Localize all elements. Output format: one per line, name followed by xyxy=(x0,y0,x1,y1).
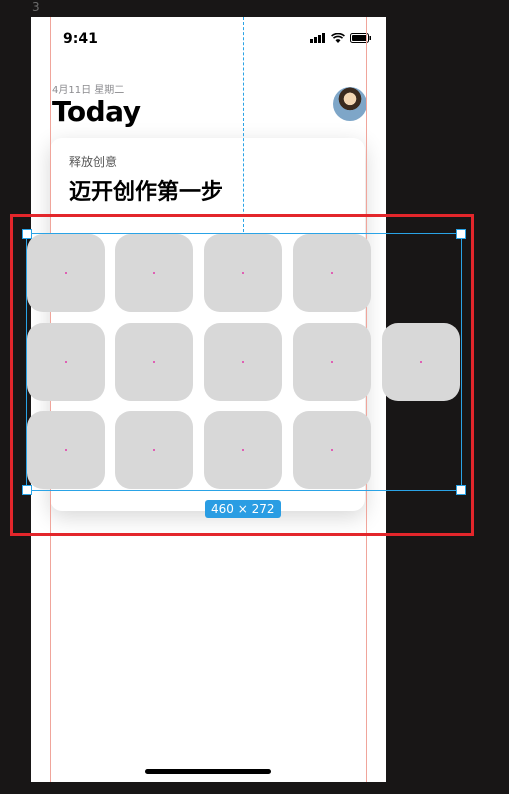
header-date: 4月11日 星期二 xyxy=(52,85,125,96)
center-guide xyxy=(243,17,244,232)
home-indicator xyxy=(145,769,271,774)
cellular-signal-icon xyxy=(310,33,325,43)
artboard-label[interactable]: 3 xyxy=(32,0,40,14)
highlight-annotation xyxy=(10,214,474,536)
status-icons xyxy=(310,33,372,43)
battery-icon xyxy=(350,33,371,43)
wifi-icon xyxy=(331,33,345,43)
design-canvas: 3 9:41 4月11日 星期二 Today 释放创意 迈开创作第一步 460 … xyxy=(0,0,509,794)
card-subtitle: 释放创意 xyxy=(69,155,118,169)
status-time: 9:41 xyxy=(63,31,98,47)
card-title: 迈开创作第一步 xyxy=(69,180,224,205)
avatar[interactable] xyxy=(333,87,367,121)
page-title: Today xyxy=(52,95,141,128)
